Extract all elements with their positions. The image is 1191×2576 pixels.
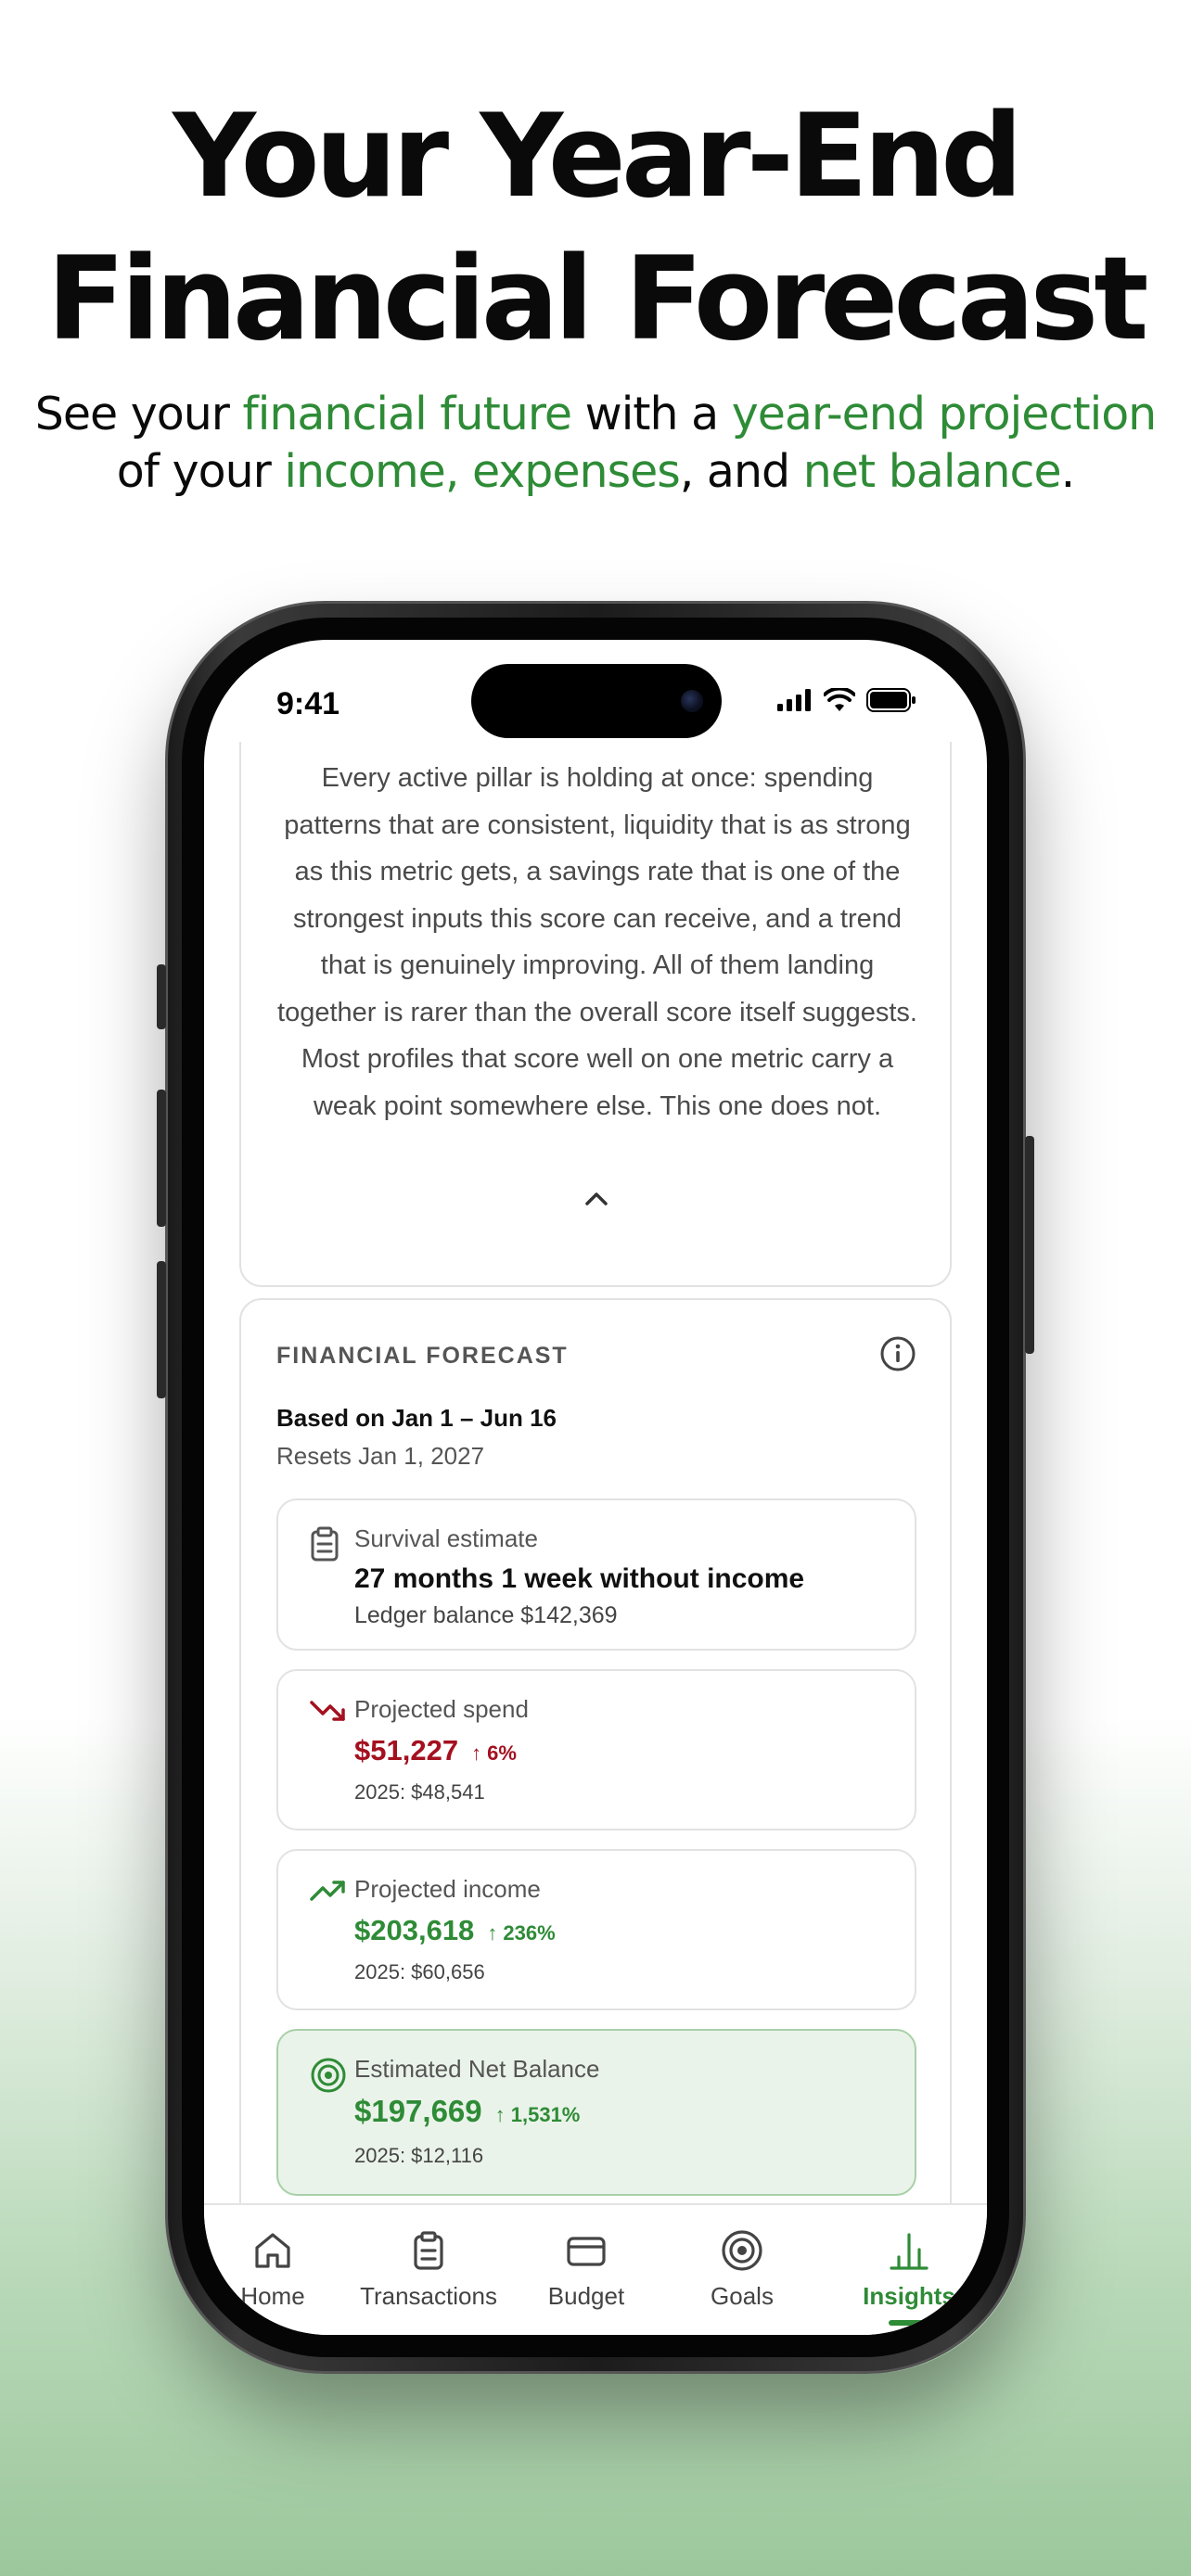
forecast-based-on: Based on Jan 1 – Jun 16 (276, 1404, 557, 1432)
net-value-row: $197,669 ↑ 1,531% (354, 2094, 580, 2129)
tab-budget-label: Budget (547, 2282, 625, 2310)
spend-change: ↑ 6% (471, 1741, 517, 1765)
subheadline: See your financial future with a year-en… (0, 386, 1191, 501)
tab-goals-label: Goals (711, 2282, 774, 2310)
trend-down-icon (310, 1701, 345, 1721)
card-icon (567, 2237, 606, 2266)
subhead-text: , and (679, 445, 803, 498)
net-change: ↑ 1,531% (494, 2103, 581, 2126)
clipboard-icon (311, 1526, 339, 1562)
wifi-icon (824, 688, 855, 711)
net-balance-tile: Estimated Net Balance $197,669 ↑ 1,531% 2… (276, 2029, 916, 2196)
income-change: ↑ 236% (487, 1921, 556, 1945)
headline: Your Year-End Financial Forecast (0, 85, 1191, 371)
chevron-up-icon[interactable] (583, 1189, 610, 1209)
insight-paragraph: Every active pillar is holding at once: … (277, 763, 917, 1121)
spend-prior-year: 2025: $48,541 (354, 1780, 485, 1804)
phone-screen: 9:41 Every active pillar is holding at o… (204, 640, 987, 2335)
battery-icon (866, 688, 916, 712)
income-value-row: $203,618 ↑ 236% (354, 1914, 556, 1947)
home-icon (255, 2233, 290, 2268)
tab-bar: Home Transactions Budget Goals Insights (204, 2203, 987, 2335)
headline-line-2: Financial Forecast (46, 233, 1148, 366)
subhead-text: . (1060, 445, 1076, 498)
info-icon[interactable] (879, 1335, 916, 1372)
insight-card: Every active pillar is holding at once: … (239, 742, 952, 1287)
target-icon (311, 2058, 346, 2093)
volume-up-button (157, 1090, 166, 1227)
subhead-highlight: year-end projection (731, 388, 1157, 440)
target-icon (722, 2230, 762, 2271)
income-prior-year: 2025: $60,656 (354, 1960, 485, 1983)
spend-label: Projected spend (354, 1695, 529, 1723)
tab-home-label: Home (240, 2282, 305, 2310)
spend-value: $51,227 (354, 1734, 459, 1766)
survival-value: 27 months 1 week without income (354, 1563, 805, 1594)
subhead-highlight: financial future (242, 388, 572, 440)
survival-tile: Survival estimate 27 months 1 week witho… (276, 1498, 916, 1651)
tab-transactions[interactable]: Transactions (351, 2229, 506, 2311)
net-label: Estimated Net Balance (354, 2055, 600, 2083)
camera-icon (681, 690, 703, 712)
forecast-title: FINANCIAL FORECAST (276, 1343, 569, 1369)
survival-ledger-balance: Ledger balance $142,369 (354, 1602, 618, 1628)
headline-line-1: Your Year-End (173, 90, 1023, 223)
survival-label: Survival estimate (354, 1524, 538, 1552)
tab-goals[interactable]: Goals (664, 2229, 820, 2311)
net-prior-year: 2025: $12,116 (354, 2144, 484, 2167)
projected-spend-tile: Projected spend $51,227 ↑ 6% 2025: $48,54… (276, 1669, 916, 1830)
tab-budget[interactable]: Budget (508, 2229, 664, 2311)
income-value: $203,618 (354, 1914, 475, 1946)
bar-chart-icon (890, 2233, 928, 2270)
subhead-highlight: income, expenses (284, 445, 680, 498)
status-icons (777, 688, 916, 712)
subhead-text: with a (571, 388, 732, 440)
income-label: Projected income (354, 1875, 541, 1903)
tab-insights[interactable]: Insights (831, 2229, 987, 2311)
projected-income-tile: Projected income $203,618 ↑ 236% 2025: $6… (276, 1849, 916, 2010)
subhead-text: See your (34, 388, 243, 440)
action-button (157, 964, 166, 1029)
net-value: $197,669 (354, 2094, 482, 2128)
tab-insights-label: Insights (863, 2282, 955, 2310)
subhead-text: of your (116, 445, 285, 498)
trend-up-icon (310, 1881, 345, 1901)
subhead-highlight: net balance (802, 445, 1062, 498)
forecast-card: FINANCIAL FORECAST Based on Jan 1 – Jun … (239, 1298, 952, 2203)
signal-icon (777, 689, 811, 711)
volume-down-button (157, 1261, 166, 1398)
forecast-resets: Resets Jan 1, 2027 (276, 1442, 485, 1470)
tab-transactions-label: Transactions (360, 2282, 497, 2310)
status-time: 9:41 (276, 686, 340, 721)
power-button (1025, 1136, 1034, 1354)
spend-value-row: $51,227 ↑ 6% (354, 1734, 517, 1767)
clipboard-icon (414, 2231, 443, 2270)
dynamic-island (471, 664, 722, 738)
scroll-content[interactable]: Every active pillar is holding at once: … (204, 742, 987, 2203)
tab-home[interactable]: Home (204, 2229, 351, 2311)
active-tab-indicator (889, 2320, 929, 2326)
